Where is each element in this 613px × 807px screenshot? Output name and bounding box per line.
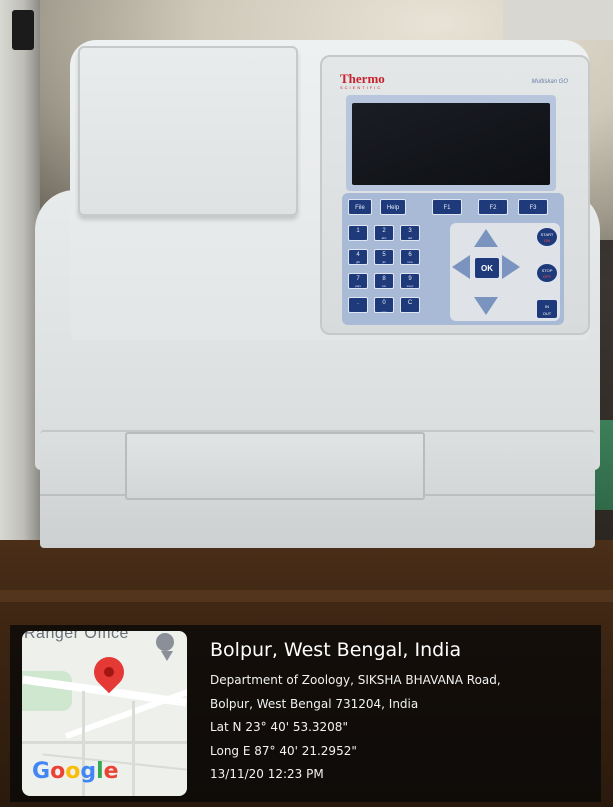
- address-line-1: Department of Zoology, SIKSHA BHAVANA Ro…: [210, 673, 501, 687]
- numeric-key-sublabel: tuv: [381, 284, 386, 288]
- numeric-key[interactable]: 7 pqrs: [348, 273, 368, 289]
- numeric-key[interactable]: 8 tuv: [374, 273, 394, 289]
- numeric-key-sublabel: ghi: [355, 260, 360, 264]
- start-sub-label: ON: [544, 238, 550, 243]
- control-panel: Thermo SCIENTIFIC Multiskan GO File Help…: [320, 55, 590, 335]
- stop-label: STOP: [541, 268, 553, 273]
- numeric-key-sublabel: abc: [381, 236, 387, 240]
- geotag-overlay: Ranger Office Google Bolpur, West Bengal…: [10, 625, 601, 802]
- google-logo-letter: G: [32, 759, 51, 784]
- numeric-key-sublabel: ___: [381, 308, 387, 312]
- map-poi-icon: [156, 633, 174, 651]
- numeric-key-label: 0: [382, 300, 386, 306]
- map-thumbnail[interactable]: Ranger Office Google: [22, 631, 187, 796]
- numeric-key-label: 4: [356, 252, 360, 258]
- google-logo-letter: l: [96, 759, 104, 784]
- plate-drawer: [125, 432, 425, 500]
- f1-key[interactable]: F1: [432, 199, 462, 215]
- numeric-key[interactable]: C: [400, 297, 420, 313]
- arrow-right-key[interactable]: [502, 255, 520, 279]
- f2-key[interactable]: F2: [478, 199, 508, 215]
- out-label: OUT: [542, 311, 552, 316]
- help-key[interactable]: Help: [380, 199, 406, 215]
- city-label: Bolpur, West Bengal, India: [210, 639, 462, 661]
- in-out-key[interactable]: IN OUT: [536, 299, 558, 319]
- map-place-label: Ranger Office: [24, 631, 129, 642]
- google-logo: Google: [32, 759, 119, 784]
- numeric-key-sublabel: mno: [407, 260, 413, 264]
- photo-scene: Thermo SCIENTIFIC Multiskan GO File Help…: [0, 0, 613, 807]
- datetime: 13/11/20 12:23 PM: [210, 767, 324, 781]
- navigation-pad: OK START ON STOP OFF IN OUT: [450, 223, 560, 321]
- numeric-key[interactable]: 4 ghi: [348, 249, 368, 265]
- numeric-key[interactable]: 9 wxyz: [400, 273, 420, 289]
- latitude: Lat N 23° 40' 53.3208": [210, 720, 348, 734]
- address-line-2: Bolpur, West Bengal 731204, India: [210, 696, 419, 711]
- numeric-key[interactable]: 5 jkl: [374, 249, 394, 265]
- numeric-key-label: 1: [356, 228, 360, 234]
- start-label: START: [540, 232, 554, 237]
- numeric-key-label: 6: [408, 252, 412, 258]
- google-logo-letter: o: [50, 759, 66, 784]
- table-edge: [0, 590, 613, 602]
- display-bezel: [346, 95, 556, 191]
- numeric-key-label: 5: [382, 252, 386, 258]
- numeric-key-label: 3: [408, 228, 412, 234]
- numeric-key[interactable]: 1: [348, 225, 368, 241]
- numeric-key[interactable]: 6 mno: [400, 249, 420, 265]
- google-logo-letter: e: [103, 759, 119, 784]
- numeric-key-sublabel: wxyz: [406, 284, 414, 288]
- numeric-key[interactable]: 2 abc: [374, 225, 394, 241]
- ok-key[interactable]: OK: [474, 257, 500, 279]
- geotag-details: Bolpur, West Bengal, India Department of…: [210, 639, 501, 787]
- background-wall-top-right: [503, 0, 613, 40]
- model-name: Multiskan GO: [531, 79, 568, 85]
- lcd-display: [352, 103, 550, 185]
- start-key[interactable]: START ON: [536, 227, 558, 247]
- numeric-key[interactable]: 3 def: [400, 225, 420, 241]
- map-street: [132, 701, 135, 796]
- microplate-reader: Thermo SCIENTIFIC Multiskan GO File Help…: [30, 40, 600, 550]
- numeric-key-label: 2: [382, 228, 386, 234]
- stop-key[interactable]: STOP OFF: [536, 263, 558, 283]
- google-logo-letter: g: [80, 759, 97, 784]
- stop-sub-label: OFF: [543, 274, 551, 279]
- numeric-key-label: C: [407, 300, 413, 306]
- numeric-key-sublabel: pqrs: [355, 284, 361, 288]
- file-key[interactable]: File: [348, 199, 372, 215]
- f3-key[interactable]: F3: [518, 199, 548, 215]
- arrow-down-key[interactable]: [474, 297, 498, 315]
- numeric-key[interactable]: .: [348, 297, 368, 313]
- brand-subtitle: SCIENTIFIC: [340, 85, 383, 90]
- longitude: Long E 87° 40' 21.2952": [210, 743, 357, 758]
- sample-lid: [78, 46, 298, 216]
- numeric-key-label: .: [357, 300, 359, 306]
- numeric-key[interactable]: 0 ___: [374, 297, 394, 313]
- numeric-key-label: 8: [382, 276, 386, 282]
- arrow-left-key[interactable]: [452, 255, 470, 279]
- numeric-key-sublabel: def: [407, 236, 413, 240]
- map-poi-pointer: [161, 651, 173, 661]
- in-label: IN: [545, 304, 549, 309]
- numeric-key-sublabel: jkl: [382, 260, 386, 264]
- map-street: [22, 741, 187, 744]
- google-logo-letter: o: [65, 759, 81, 784]
- keypad: File Help F1 F2 F3 1 2 abc 3 def 4 ghi 5 jkl 6 mno…: [342, 193, 564, 325]
- numeric-key-label: 9: [408, 276, 412, 282]
- numeric-key-label: 7: [356, 276, 360, 282]
- arrow-up-key[interactable]: [474, 229, 498, 247]
